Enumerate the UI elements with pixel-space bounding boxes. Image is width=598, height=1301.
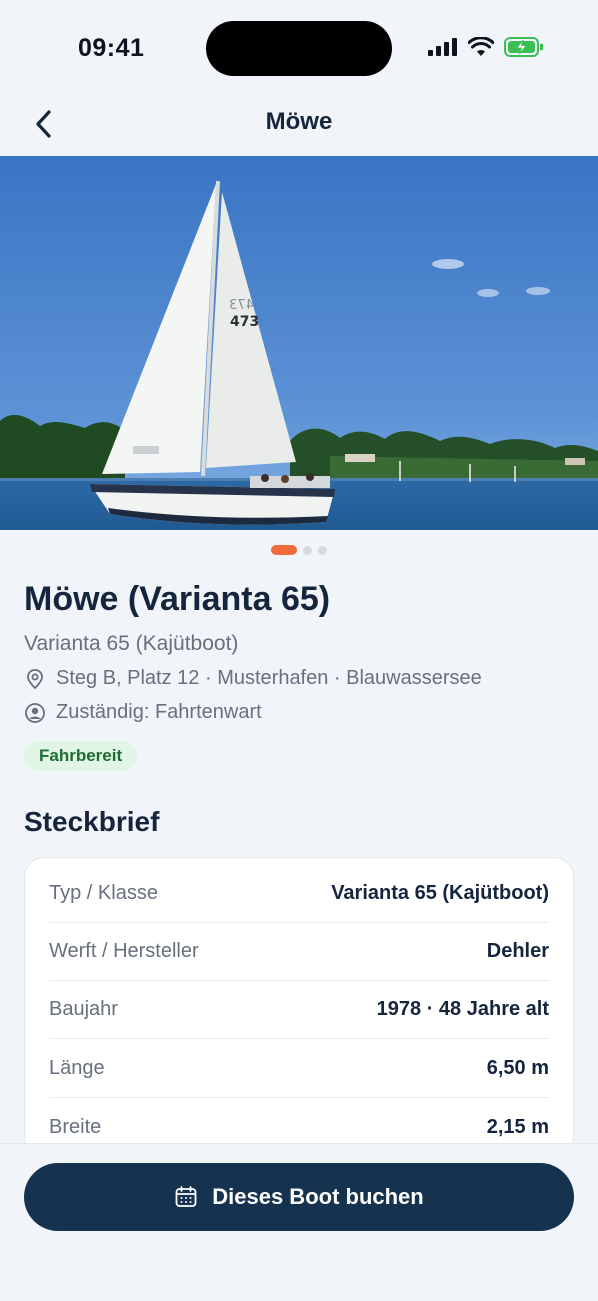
location-pin-icon (27, 668, 43, 689)
boat-title: Möwe (Varianta 65) (24, 580, 331, 618)
user-circle-icon (25, 702, 45, 723)
boat-subtitle: Varianta 65 (Kajütboot) (24, 632, 239, 655)
nav-title: Möwe (265, 108, 333, 135)
signal-icon (428, 38, 457, 56)
book-boat-label: Dieses Boot buchen (212, 1184, 424, 1209)
row-label: Breite (49, 1115, 102, 1138)
bottom-action-bar: Dieses Boot buchen (0, 1143, 598, 1301)
responsible-text: Zuständig: Fahrtenwart (56, 701, 262, 723)
carousel-dot-3[interactable] (318, 545, 327, 555)
row-value: 1978 · 48 Jahre alt (376, 997, 549, 1020)
nav-bar: Möwe (0, 96, 598, 152)
sailboat-photo: 473 473 (0, 156, 598, 530)
carousel-dot-2[interactable] (303, 545, 312, 555)
carousel-dot-1[interactable] (271, 545, 297, 555)
table-row: Typ / Klasse Varianta 65 (Kajütboot) (49, 864, 549, 923)
sail-number-mirrored: 473 (229, 298, 254, 313)
boat-responsible: Zuständig: Fahrtenwart (24, 701, 262, 724)
status-time: 09:41 (78, 34, 145, 62)
row-value: 2,15 m (486, 1115, 549, 1138)
row-label: Typ / Klasse (49, 881, 158, 904)
carousel-indicator (0, 545, 598, 555)
status-badge: Fahrbereit (24, 741, 138, 771)
table-row: Baujahr 1978 · 48 Jahre alt (49, 980, 549, 1039)
row-label: Länge (49, 1056, 105, 1079)
wifi-icon (468, 37, 494, 56)
book-boat-button[interactable]: Dieses Boot buchen (24, 1163, 574, 1231)
location-text: Steg B, Platz 12 · Musterhafen · Blauwas… (56, 667, 482, 689)
row-value: 6,50 m (486, 1056, 549, 1079)
sail-number: 473 (230, 314, 259, 330)
table-row: Werft / Hersteller Dehler (49, 922, 549, 981)
status-icons (428, 37, 544, 57)
row-value: Varianta 65 (Kajütboot) (331, 881, 549, 904)
calendar-icon (175, 1186, 197, 1207)
row-label: Werft / Hersteller (49, 939, 199, 962)
row-label: Baujahr (49, 997, 118, 1020)
table-row: Länge 6,50 m (49, 1039, 549, 1098)
battery-charging-icon (504, 37, 543, 57)
dynamic-island (206, 21, 392, 76)
boat-location: Steg B, Platz 12 · Musterhafen · Blauwas… (24, 667, 482, 690)
steckbrief-card: Typ / Klasse Varianta 65 (Kajütboot) Wer… (24, 857, 574, 1157)
row-value: Dehler (486, 939, 549, 962)
status-bar: 09:41 (0, 0, 598, 96)
steckbrief-title: Steckbrief (24, 806, 160, 837)
boat-photo[interactable]: 473 473 (0, 156, 598, 530)
